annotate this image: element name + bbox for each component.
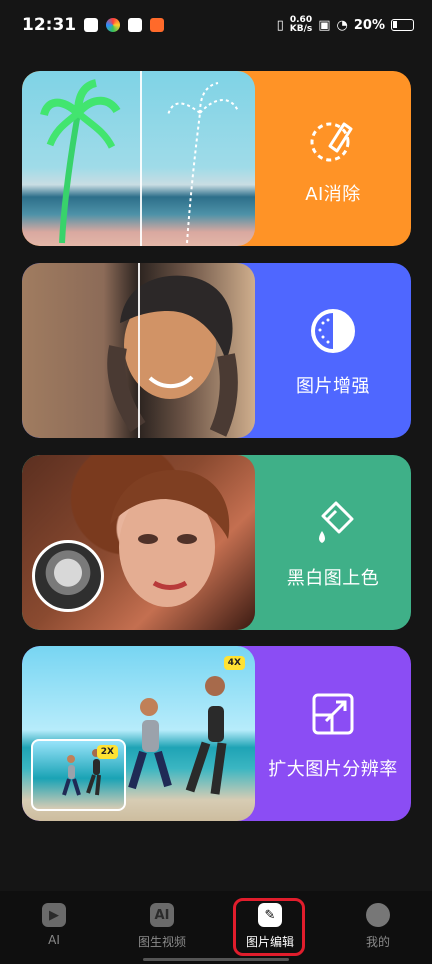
- card-title: 扩大图片分辨率: [268, 758, 398, 780]
- paint-bucket-icon: [306, 496, 360, 550]
- ai-remove-preview-image: [22, 71, 255, 246]
- nav-label: AI: [48, 933, 60, 947]
- original-bw-thumbnail: [32, 540, 104, 612]
- status-bar: 12:31 ▯ 0.60 KB/s ▣ ◔ 20%: [0, 0, 432, 50]
- profile-icon: [366, 903, 390, 927]
- image-enhance-preview-image: [22, 263, 255, 438]
- wifi-icon: ◔: [336, 17, 348, 33]
- upscale-preview-image: 2X 4X: [22, 646, 255, 821]
- nav-item-profile[interactable]: 我的: [338, 903, 418, 950]
- palm-tree-illustration: [40, 79, 239, 244]
- feature-card-colorize[interactable]: 黑白图上色: [22, 455, 411, 630]
- home-indicator[interactable]: [143, 958, 289, 961]
- nav-item-ai[interactable]: ▶ AI: [14, 903, 94, 947]
- feature-card-image-enhance[interactable]: 图片增强: [22, 263, 411, 438]
- app-notification-icon: [106, 18, 121, 32]
- feature-card-upscale[interactable]: 2X 4X 扩大图片分辨率: [22, 646, 411, 821]
- card-title: 黑白图上色: [286, 567, 380, 589]
- badge-4x: 4X: [223, 656, 245, 670]
- compare-divider: [138, 263, 140, 438]
- nav-label: 我的: [365, 935, 390, 949]
- battery-percent: 20%: [353, 17, 385, 33]
- app-notification-icon: [84, 18, 99, 32]
- upscale-label-area: 扩大图片分辨率: [255, 646, 411, 821]
- feature-card-ai-remove[interactable]: AI消除: [22, 71, 411, 246]
- badge-2x: 2X: [96, 745, 118, 759]
- card-title: AI消除: [305, 183, 361, 205]
- bottom-navigation: ▶ AI AI 图生视频 ✎ 图片编辑 我的: [0, 891, 432, 964]
- nav-item-image-to-video[interactable]: AI 图生视频: [122, 903, 202, 950]
- colorize-label-area: 黑白图上色: [255, 455, 411, 630]
- enhance-contrast-icon: [306, 304, 360, 358]
- ai-remove-label-area: AI消除: [255, 71, 411, 246]
- app-screen: 12:31 ▯ 0.60 KB/s ▣ ◔ 20% AI消除 图片增强 黑白图上…: [0, 0, 432, 964]
- colorize-preview-image: [22, 455, 255, 630]
- low-res-inset: 2X: [31, 739, 126, 811]
- network-speed-unit: KB/s: [289, 24, 313, 34]
- app-notification-icon: [150, 18, 165, 32]
- status-time: 12:31: [22, 15, 77, 35]
- status-left: 12:31: [22, 15, 165, 35]
- compare-divider: [140, 71, 142, 246]
- active-tab-highlight: [233, 898, 305, 956]
- card-title: 图片增强: [296, 375, 370, 397]
- eraser-pen-icon: [306, 112, 360, 166]
- video-ai-icon: AI: [150, 903, 174, 927]
- vibrate-icon: ▯: [276, 17, 284, 33]
- battery-icon: [391, 19, 414, 31]
- image-enhance-label-area: 图片增强: [255, 263, 411, 438]
- ai-icon: ▶: [42, 903, 66, 927]
- expand-resolution-icon: [306, 687, 360, 741]
- sim-icon: ▣: [318, 17, 331, 33]
- nav-label: 图生视频: [137, 935, 186, 949]
- network-speed: 0.60 KB/s: [290, 16, 312, 34]
- status-right: ▯ 0.60 KB/s ▣ ◔ 20%: [277, 16, 414, 34]
- app-notification-icon: [128, 18, 143, 32]
